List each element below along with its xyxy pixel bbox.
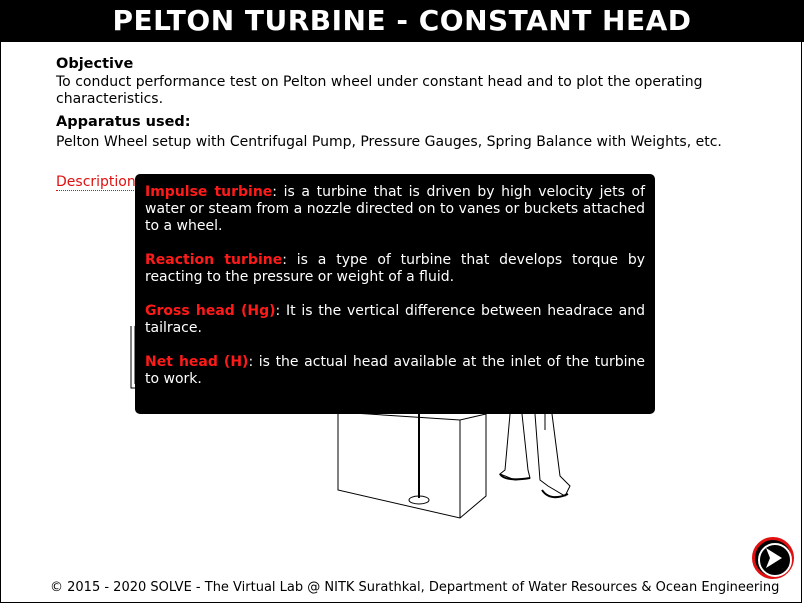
- tooltip-item-reaction: Reaction turbine: is a type of turbine t…: [145, 252, 645, 286]
- description-tooltip: Impulse turbine: is a turbine that is dr…: [135, 174, 655, 414]
- description-link[interactable]: Description: [56, 174, 136, 191]
- term-gross-head: Gross head (Hg): [145, 303, 276, 319]
- tooltip-item-net-head: Net head (H): is the actual head availab…: [145, 354, 645, 388]
- next-button[interactable]: [752, 537, 794, 579]
- term-impulse-turbine: Impulse turbine: [145, 184, 273, 200]
- term-net-head: Net head (H): [145, 354, 249, 370]
- term-reaction-turbine: Reaction turbine: [145, 252, 283, 268]
- next-arrow-icon: [758, 543, 792, 577]
- footer-copyright: © 2015 - 2020 SOLVE - The Virtual Lab @ …: [50, 580, 780, 595]
- tooltip-item-impulse: Impulse turbine: is a turbine that is dr…: [145, 184, 645, 235]
- tooltip-item-gross-head: Gross head (Hg): It is the vertical diff…: [145, 303, 645, 337]
